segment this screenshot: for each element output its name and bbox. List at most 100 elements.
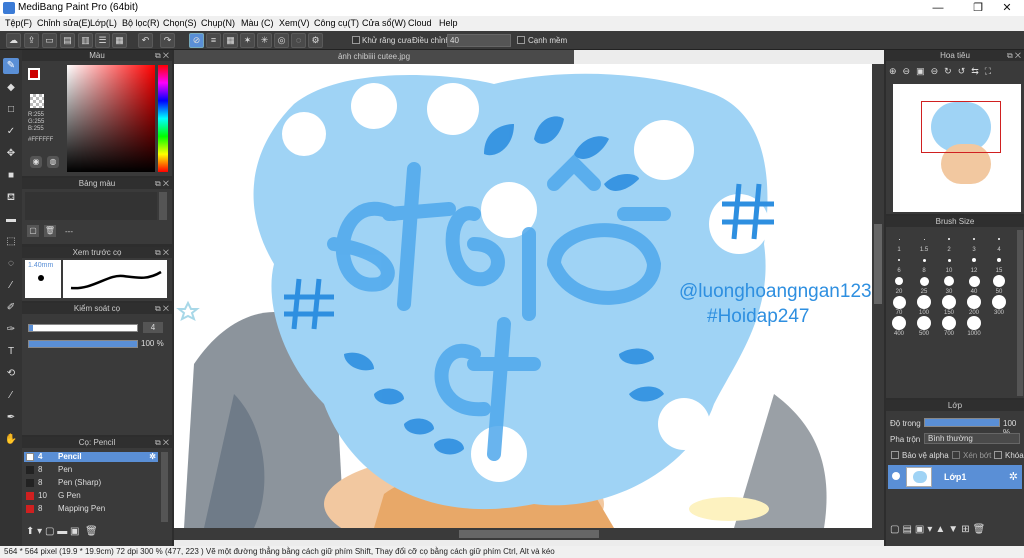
palette-scrollbar[interactable] — [159, 192, 167, 220]
close-button[interactable]: ✕ — [990, 0, 1024, 16]
brush-size-slider[interactable] — [28, 324, 138, 332]
protect-alpha-checkbox[interactable] — [891, 451, 899, 459]
brush-item-pen[interactable]: 8 Pen — [24, 465, 158, 475]
menu-help[interactable]: Help — [439, 18, 458, 28]
adjust-input[interactable]: 40 — [447, 34, 511, 47]
foreground-color-swatch[interactable] — [28, 68, 40, 80]
layer-delete-icon[interactable]: 🗑 — [973, 524, 989, 535]
panel-buttons-icon[interactable]: ⧉ ✕ — [155, 303, 169, 314]
zoom-in-icon[interactable]: ⊕ — [889, 66, 903, 76]
panel-buttons-icon[interactable]: ⧉ ✕ — [155, 437, 169, 448]
circle-snap-icon[interactable]: ◎ — [274, 33, 289, 48]
brush-size-dot[interactable] — [944, 276, 954, 286]
brush-settings-icon[interactable]: ✲ — [149, 452, 156, 462]
crosshair-snap-icon[interactable]: ▦ — [223, 33, 238, 48]
flip-icon[interactable]: ⇆ — [971, 66, 985, 76]
brush-size-dot[interactable] — [948, 238, 950, 240]
copy-brush-icon[interactable]: ▢ — [45, 526, 54, 537]
layer-visibility-icon[interactable] — [892, 472, 900, 480]
magic-wand-tool-icon[interactable]: ⁄ — [3, 278, 19, 294]
new-layer-icon[interactable]: ▢ — [890, 524, 902, 535]
undo-icon[interactable]: ↶ — [138, 33, 153, 48]
menu-file[interactable]: Tệp(F) — [5, 18, 32, 28]
radial-snap-icon[interactable]: ✳ — [257, 33, 272, 48]
list-icon[interactable]: ☰ — [95, 33, 110, 48]
brush-size-value[interactable]: 4 — [143, 322, 163, 333]
layer-copy-icon[interactable]: ▣ — [915, 524, 927, 535]
panel-buttons-icon[interactable]: ⧉ ✕ — [155, 178, 169, 189]
shape-tool-icon[interactable]: ■ — [3, 168, 19, 184]
brush-size-dot[interactable] — [917, 295, 931, 309]
brush-size-dot[interactable] — [997, 258, 1001, 262]
brush-size-dot[interactable] — [922, 258, 926, 262]
text-tool-icon[interactable]: T — [3, 344, 19, 360]
cloud-icon[interactable]: ☁ — [6, 33, 21, 48]
add-brush-icon[interactable]: ⬆ — [26, 526, 34, 537]
brush-list-scrollbar[interactable] — [161, 452, 168, 522]
dot-tool-icon[interactable]: □ — [3, 102, 19, 118]
brush-size-dot[interactable] — [968, 275, 980, 287]
brush-size-dot[interactable] — [919, 276, 929, 286]
brush-size-scrollbar[interactable] — [1017, 230, 1023, 396]
brush-size-dot[interactable] — [992, 295, 1006, 309]
new-folder-icon[interactable]: ▤ — [902, 524, 914, 535]
brush-size-dot[interactable] — [898, 259, 900, 261]
brush-size-dot[interactable] — [895, 277, 903, 285]
canvas-vertical-scrollbar[interactable] — [872, 64, 884, 528]
upload-icon[interactable]: ⇪ — [24, 33, 39, 48]
soft-edge-checkbox[interactable] — [517, 36, 525, 44]
redo-icon[interactable]: ↷ — [160, 33, 175, 48]
delete-palette-icon[interactable]: 🗑 — [44, 225, 56, 237]
select-pen-icon[interactable]: ✐ — [3, 300, 19, 316]
merge-icon[interactable]: ⊞ — [961, 524, 972, 535]
gradient-tool-icon[interactable]: ▬ — [3, 212, 19, 228]
brush-size-dot[interactable] — [998, 238, 1000, 240]
select-tool-icon[interactable]: ⬚ — [3, 234, 19, 250]
operation-tool-icon[interactable]: ⟲ — [3, 366, 19, 382]
menu-cloud[interactable]: Cloud — [408, 18, 432, 28]
brush-size-dot[interactable] — [892, 295, 906, 309]
brush-size-dot[interactable] — [898, 238, 900, 240]
menu-view[interactable]: Xem(V) — [279, 18, 310, 28]
select-eraser-icon[interactable]: ✑ — [3, 322, 19, 338]
menu-layer[interactable]: Lớp(L) — [90, 18, 117, 28]
brush-item-g-pen[interactable]: 10 G Pen — [24, 491, 158, 501]
navigator-thumbnail[interactable] — [893, 84, 1021, 212]
eraser-tool-icon[interactable]: ◆ — [3, 80, 19, 96]
cloud-brush-icon[interactable]: ▣ — [70, 526, 79, 537]
color-wheel-icon[interactable]: ◍ — [47, 156, 59, 168]
fit-icon[interactable]: ▣ — [916, 66, 931, 76]
brush-size-dot[interactable] — [947, 258, 951, 262]
drawing-canvas[interactable]: @luonghoangngan123 #Hoidap247 — [174, 64, 874, 528]
lasso-tool-icon[interactable]: ◌ — [3, 256, 19, 272]
select-pen-tool-icon[interactable]: ✓ — [3, 124, 19, 140]
brush-item-mapping-pen[interactable]: 8 Mapping Pen — [24, 504, 158, 514]
rotate-back-icon[interactable]: ↺ — [958, 66, 972, 76]
hue-slider[interactable] — [158, 65, 168, 172]
blend-mode-select[interactable]: Bình thường — [924, 433, 1020, 444]
brush-size-dot[interactable] — [972, 258, 976, 262]
menu-edit[interactable]: Chỉnh sửa(E) — [37, 18, 91, 28]
brush-size-dot[interactable] — [967, 295, 981, 309]
brush-menu-icon[interactable]: ▾ — [37, 526, 42, 537]
curve-snap-icon[interactable]: ◌ — [291, 33, 306, 48]
brush-size-dot[interactable] — [967, 316, 981, 330]
new-palette-icon[interactable]: ▢ — [27, 225, 39, 237]
comment-icon[interactable]: ▭ — [42, 33, 57, 48]
layer-up-icon[interactable]: ▲ — [935, 524, 948, 535]
zoom-out-icon[interactable]: ⊖ — [903, 66, 917, 76]
brush-item-pencil[interactable]: 4 Pencil ✲ — [24, 452, 158, 462]
brush-size-dot[interactable] — [923, 238, 925, 240]
fill-tool-icon[interactable]: ⛾ — [3, 190, 19, 206]
layer-opacity-slider[interactable] — [924, 418, 1000, 427]
move-tool-icon[interactable]: ✥ — [3, 146, 19, 162]
brush-item-pen-sharp[interactable]: 8 Pen (Sharp) — [24, 478, 158, 488]
fullscreen-icon[interactable]: ⛶ — [985, 66, 997, 76]
brush-size-dot[interactable] — [993, 275, 1005, 287]
panel-buttons-icon[interactable]: ⧉ ✕ — [155, 247, 169, 258]
parallel-snap-icon[interactable]: ≡ — [206, 33, 221, 48]
perspective-snap-icon[interactable]: ✶ — [240, 33, 255, 48]
brush-size-dot[interactable] — [973, 238, 975, 240]
brush-tool-icon[interactable]: ✎ — [3, 58, 19, 74]
folder-icon[interactable]: ▬ — [57, 526, 67, 537]
